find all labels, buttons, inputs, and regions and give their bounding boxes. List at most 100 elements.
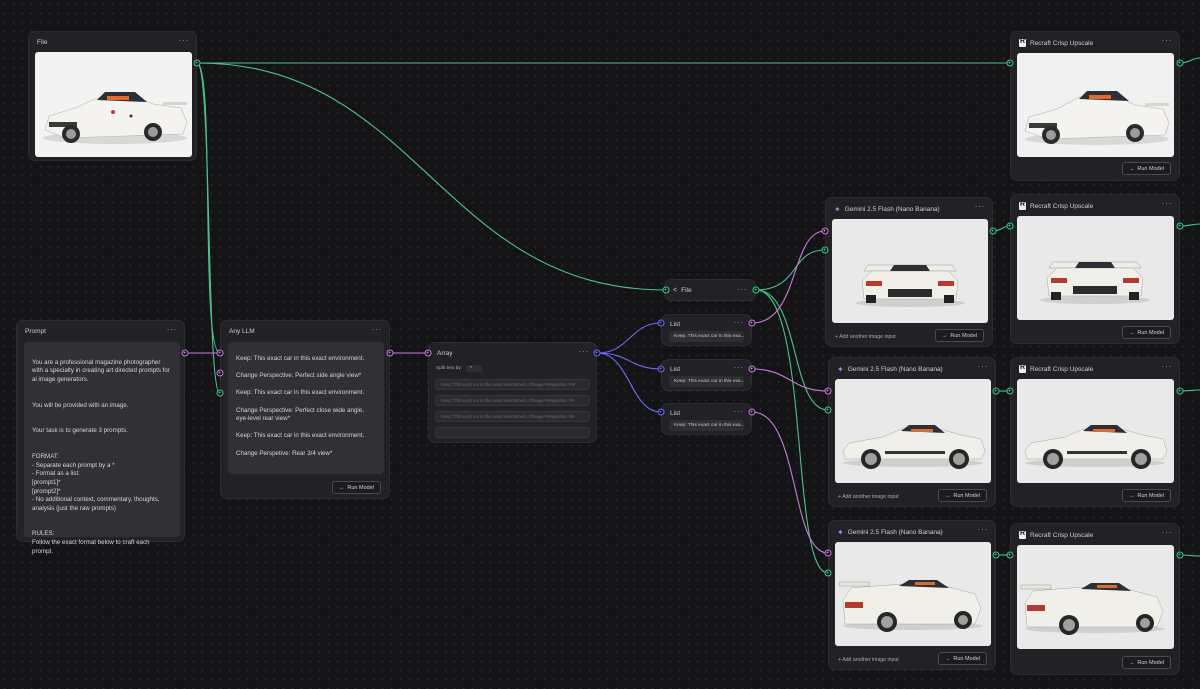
upscale-node[interactable]: Recraft Crisp Upscale ··· → Run Model [1010, 31, 1180, 181]
list-output-port[interactable] [748, 365, 756, 373]
file-small-output-port[interactable] [752, 286, 760, 294]
list-input-port[interactable] [657, 365, 665, 373]
run-model-button[interactable]: → Run Model [1121, 489, 1171, 502]
prompt-output-port[interactable] [181, 349, 189, 357]
gemini-image-port[interactable] [824, 406, 832, 414]
gemini-output-port[interactable] [989, 227, 997, 235]
array-node[interactable]: Array ··· Split text by: * Keep: This ex… [428, 342, 597, 443]
array-item[interactable] [435, 427, 590, 438]
list-node[interactable]: List ··· Keep: This exact car in this ex… [661, 359, 752, 391]
list-node[interactable]: List ··· Keep: This exact car in this ex… [661, 403, 752, 435]
gemini-node[interactable]: ✦ Gemini 2.5 Flash (Nano Banana) ··· + A… [828, 520, 996, 670]
upscale-output-port[interactable] [1176, 551, 1184, 559]
menu-dots-icon[interactable]: ··· [734, 362, 745, 372]
array-input-port[interactable] [424, 349, 432, 357]
menu-dots-icon[interactable]: ··· [179, 35, 190, 45]
menu-dots-icon[interactable]: ··· [1162, 527, 1173, 537]
menu-dots-icon[interactable]: ··· [372, 324, 383, 334]
list-input-port[interactable] [657, 408, 665, 416]
list-node[interactable]: List ··· Keep: This exact car in this ex… [661, 314, 752, 346]
list-output-port[interactable] [748, 408, 756, 416]
run-model-button[interactable]: → Run Model [1121, 162, 1171, 175]
file-output-node[interactable]: < File ··· [664, 279, 756, 301]
llm-input-port-prompt[interactable] [216, 349, 224, 357]
prompt-node[interactable]: Prompt ··· You are a professional magazi… [16, 320, 185, 555]
list-value: Keep: This exact car in this exa... [669, 420, 744, 431]
upscale-node[interactable]: Recraft Crisp Upscale ··· → Run Model [1010, 357, 1180, 507]
llm-input-port-image[interactable] [216, 389, 224, 397]
any-llm-node[interactable]: Any LLM ··· Keep: This exact car in this… [220, 320, 390, 499]
gemini-node[interactable]: ✦ Gemini 2.5 Flash (Nano Banana) ··· + A… [825, 197, 993, 347]
car-image [1017, 379, 1174, 483]
menu-dots-icon[interactable]: ··· [737, 284, 748, 294]
gemini-prompt-port[interactable] [824, 549, 832, 557]
wire-list3-to-gem3 [751, 411, 829, 554]
menu-dots-icon[interactable]: ··· [1162, 198, 1173, 208]
upscale-output-port[interactable] [1176, 59, 1184, 67]
menu-dots-icon[interactable]: ··· [734, 317, 745, 327]
gemini-prompt-port[interactable] [824, 387, 832, 395]
node-title: Recraft Crisp Upscale [1019, 38, 1093, 47]
menu-dots-icon[interactable]: ··· [579, 346, 590, 356]
prompt-textarea[interactable]: You are a professional magazine photogra… [24, 342, 180, 555]
prompt-line: FORMAT: - Separate each prompt by a * - … [32, 453, 160, 512]
recraft-logo-icon [1019, 201, 1026, 210]
node-title: ✦ Gemini 2.5 Flash (Nano Banana) [834, 205, 940, 214]
run-model-button[interactable]: → Run Model [331, 481, 381, 494]
menu-dots-icon[interactable]: ··· [1162, 35, 1173, 45]
gemini-output-port[interactable] [992, 387, 1000, 395]
node-title: Array [437, 350, 453, 357]
menu-dots-icon[interactable]: ··· [1162, 361, 1173, 371]
arrow-right-icon: → [1128, 659, 1135, 666]
add-image-input[interactable]: + Add another image input [838, 657, 899, 663]
node-title: List [670, 321, 681, 328]
upscale-output-port[interactable] [1176, 222, 1184, 230]
add-image-input[interactable]: + Add another image input [835, 334, 896, 340]
upscale-input-port[interactable] [1006, 222, 1014, 230]
prompt-line: RULES: Follow the exact format below to … [32, 530, 150, 555]
upscale-input-port[interactable] [1006, 59, 1014, 67]
upscale-input-port[interactable] [1006, 551, 1014, 559]
upscale-input-port[interactable] [1006, 387, 1014, 395]
array-item[interactable]: Keep: This exact car in this exact envir… [435, 379, 590, 390]
arrow-right-icon: → [1128, 492, 1135, 499]
node-title-text: Gemini 2.5 Flash (Nano Banana) [847, 366, 943, 373]
gemini-image-port[interactable] [824, 569, 832, 577]
menu-dots-icon[interactable]: ··· [167, 324, 178, 334]
gemini-output-port[interactable] [992, 551, 1000, 559]
upscale-output-port[interactable] [1176, 387, 1184, 395]
gemini-prompt-port[interactable] [821, 227, 829, 235]
gemini-image-port[interactable] [821, 246, 829, 254]
list-input-port[interactable] [657, 319, 665, 327]
split-input[interactable]: * [466, 365, 483, 372]
array-item[interactable]: Keep: This exact car in this exact envir… [435, 395, 590, 406]
menu-dots-icon[interactable]: ··· [734, 406, 745, 416]
run-model-button[interactable]: → Run Model [1121, 326, 1171, 339]
menu-dots-icon[interactable]: ··· [978, 524, 989, 534]
arrow-right-icon: → [1128, 165, 1135, 172]
gemini-node[interactable]: ✦ Gemini 2.5 Flash (Nano Banana) ··· + A… [828, 357, 996, 507]
menu-dots-icon[interactable]: ··· [978, 361, 989, 371]
run-model-button[interactable]: → Run Model [1121, 656, 1171, 669]
file-small-input-port[interactable] [662, 286, 670, 294]
array-output-port[interactable] [593, 349, 601, 357]
file-node[interactable]: File ··· [28, 31, 197, 161]
array-item[interactable]: Keep: This exact car in this exact envir… [435, 411, 590, 422]
menu-dots-icon[interactable]: ··· [975, 201, 986, 211]
recraft-logo-icon [1019, 364, 1026, 373]
list-value: Keep: This exact car in this exa... [669, 376, 744, 387]
recraft-logo-icon [1019, 38, 1026, 47]
file-output-port[interactable] [193, 59, 201, 67]
list-output-port[interactable] [748, 319, 756, 327]
run-model-label: Run Model [953, 492, 980, 499]
upscale-node[interactable]: Recraft Crisp Upscale ··· → Run Model [1010, 194, 1180, 344]
llm-output-port[interactable] [386, 349, 394, 357]
llm-input-port-system[interactable] [216, 369, 224, 377]
run-model-button[interactable]: → Run Model [937, 489, 987, 502]
upscale-node[interactable]: Recraft Crisp Upscale ··· → Run Model [1010, 523, 1180, 675]
wire-array-to-list3 [596, 352, 662, 413]
add-image-input[interactable]: + Add another image input [838, 494, 899, 500]
list-value: Keep: This exact car in this exa... [669, 331, 744, 342]
run-model-button[interactable]: → Run Model [934, 329, 984, 342]
run-model-button[interactable]: → Run Model [937, 652, 987, 665]
